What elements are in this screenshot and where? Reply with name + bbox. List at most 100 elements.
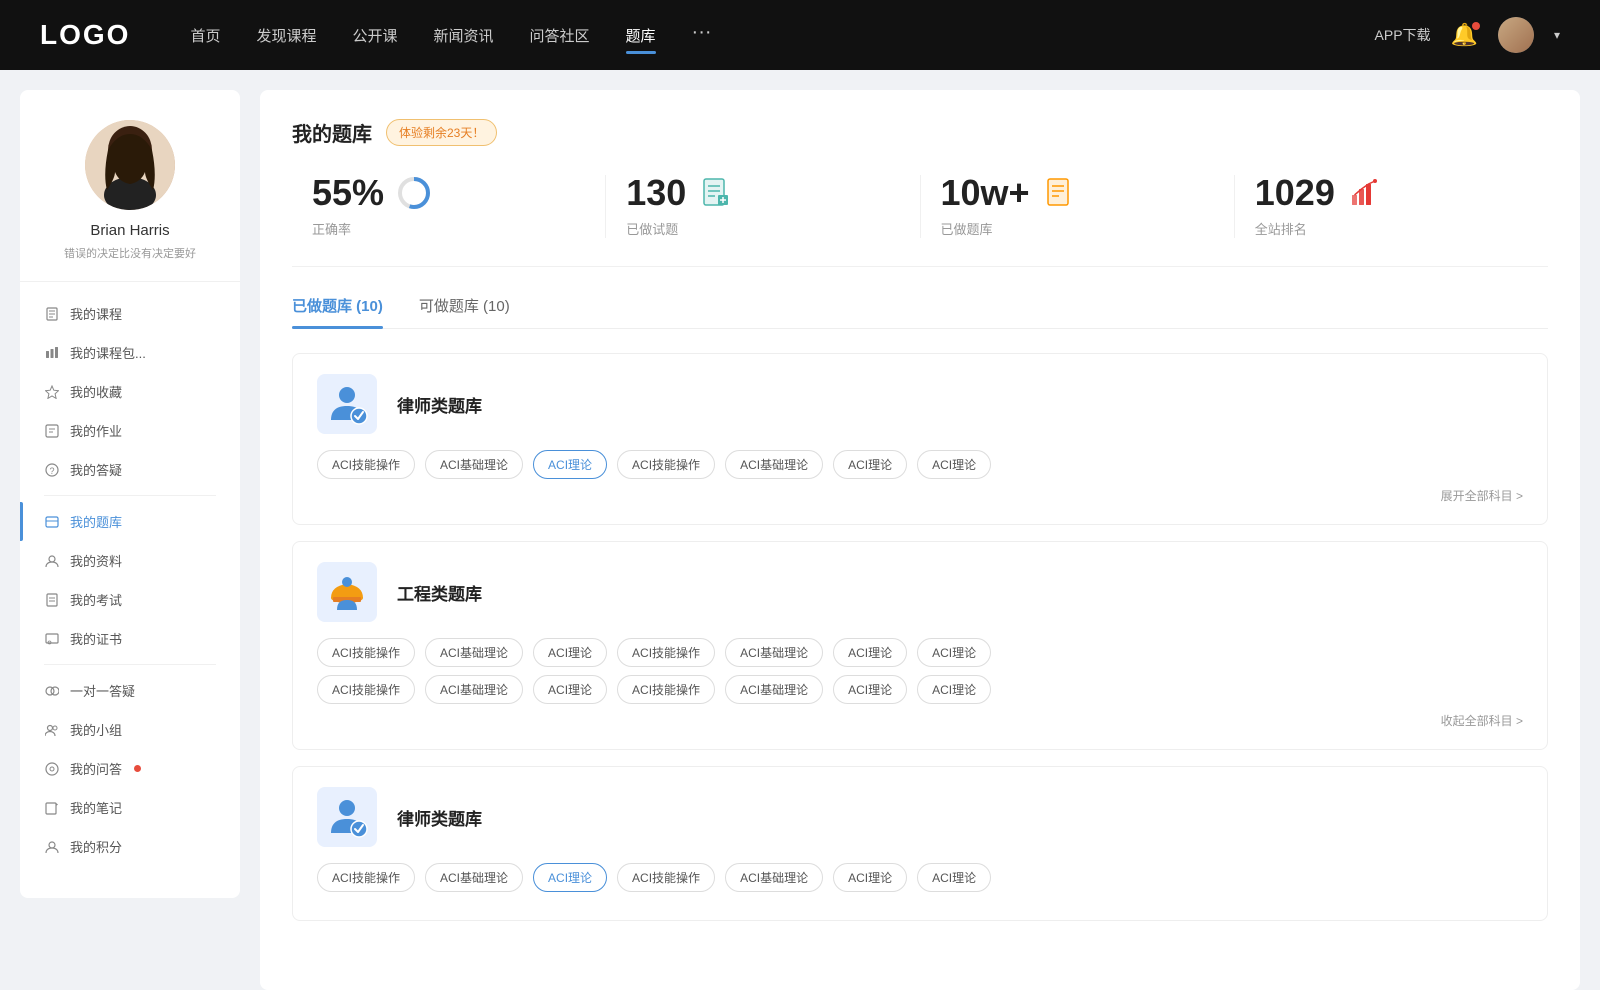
- exam-label: 我的考试: [70, 590, 122, 609]
- my-qa-icon: [44, 761, 60, 777]
- tag-item[interactable]: ACI理论: [917, 450, 991, 479]
- notification-dot: [1472, 22, 1480, 30]
- nav-more[interactable]: ···: [692, 21, 712, 50]
- favorites-icon: [44, 384, 60, 400]
- tag-item[interactable]: ACI技能操作: [617, 638, 715, 667]
- tag-item[interactable]: ACI基础理论: [425, 450, 523, 479]
- stat-done-banks: 10w+ 已做题库: [921, 175, 1235, 238]
- tag-item[interactable]: ACI理论: [917, 638, 991, 667]
- tags-row-engineering-1: ACI技能操作 ACI基础理论 ACI理论 ACI技能操作 ACI基础理论 AC…: [317, 638, 1523, 667]
- sidebar-item-profile[interactable]: 我的资料: [20, 541, 240, 580]
- tag-item[interactable]: ACI基础理论: [725, 638, 823, 667]
- stats-row: 55% 正确率 130: [292, 175, 1548, 267]
- sidebar-item-bank[interactable]: 我的题库: [20, 502, 240, 541]
- nav-qa[interactable]: 问答社区: [530, 21, 590, 50]
- nav-news[interactable]: 新闻资讯: [434, 21, 494, 50]
- tag-item-active[interactable]: ACI理论: [533, 863, 607, 892]
- tag-item[interactable]: ACI基础理论: [425, 675, 523, 704]
- sidebar-item-courses[interactable]: 我的课程: [20, 294, 240, 333]
- sidebar-item-notes[interactable]: 我的笔记: [20, 788, 240, 827]
- tag-item-active[interactable]: ACI理论: [533, 450, 607, 479]
- tag-item[interactable]: ACI技能操作: [317, 675, 415, 704]
- category-title-lawyer2: 律师类题库: [397, 805, 482, 830]
- category-title-lawyer1: 律师类题库: [397, 392, 482, 417]
- note-teal-icon: [700, 177, 732, 209]
- tab-done-banks[interactable]: 已做题库 (10): [292, 295, 383, 328]
- homework-label: 我的作业: [70, 421, 122, 440]
- menu-divider-2: [44, 664, 216, 665]
- tag-item[interactable]: ACI理论: [533, 675, 607, 704]
- tags-row-lawyer2: ACI技能操作 ACI基础理论 ACI理论 ACI技能操作 ACI基础理论 AC…: [317, 863, 1523, 892]
- sidebar-item-points[interactable]: 我的积分: [20, 827, 240, 866]
- tag-item[interactable]: ACI理论: [917, 675, 991, 704]
- logo[interactable]: LOGO: [40, 19, 130, 51]
- tag-item[interactable]: ACI理论: [917, 863, 991, 892]
- notification-bell[interactable]: 🔔: [1451, 22, 1478, 48]
- tag-item[interactable]: ACI基础理论: [425, 638, 523, 667]
- stat-accuracy-icon: [396, 175, 432, 211]
- avatar-chevron-icon[interactable]: ▾: [1554, 28, 1560, 42]
- tag-item[interactable]: ACI理论: [833, 863, 907, 892]
- sidebar-item-exam[interactable]: 我的考试: [20, 580, 240, 619]
- expand-link-lawyer1[interactable]: 展开全部科目 >: [317, 487, 1523, 504]
- answers-icon: ?: [44, 462, 60, 478]
- category-header-lawyer2: 律师类题库: [317, 787, 1523, 847]
- nav-discover[interactable]: 发现课程: [256, 21, 316, 50]
- nav-bank[interactable]: 题库: [626, 21, 656, 50]
- course-packs-label: 我的课程包...: [70, 343, 146, 362]
- collapse-link-engineering[interactable]: 收起全部科目 >: [317, 712, 1523, 729]
- sidebar-item-my-qa[interactable]: 我的问答: [20, 749, 240, 788]
- trial-badge: 体验剩余23天！: [386, 119, 497, 146]
- sidebar-item-cert[interactable]: 我的证书: [20, 619, 240, 658]
- tag-item[interactable]: ACI技能操作: [617, 675, 715, 704]
- answers-label: 我的答疑: [70, 460, 122, 479]
- tag-item[interactable]: ACI理论: [833, 638, 907, 667]
- tag-item[interactable]: ACI基础理论: [725, 450, 823, 479]
- stat-rank-value: 1029: [1255, 175, 1335, 211]
- notes-label: 我的笔记: [70, 798, 122, 817]
- main-layout: Brian Harris 错误的决定比没有决定要好 我的课程 我的课程包...: [0, 70, 1600, 990]
- notes-icon: [44, 800, 60, 816]
- nav-open-course[interactable]: 公开课: [352, 21, 397, 50]
- navbar: LOGO 首页 发现课程 公开课 新闻资讯 问答社区 题库 ··· APP下载 …: [0, 0, 1600, 70]
- sidebar-menu: 我的课程 我的课程包... 我的收藏 我的作业: [20, 282, 240, 878]
- tag-item[interactable]: ACI技能操作: [617, 863, 715, 892]
- my-qa-label: 我的问答: [70, 759, 122, 778]
- points-label: 我的积分: [70, 837, 122, 856]
- tag-item[interactable]: ACI技能操作: [317, 638, 415, 667]
- nav-right: APP下载 🔔 ▾: [1375, 17, 1560, 53]
- sidebar-item-course-packs[interactable]: 我的课程包...: [20, 333, 240, 372]
- stat-done-icon: [698, 175, 734, 211]
- lawyer2-icon: [317, 787, 377, 847]
- sidebar-item-favorites[interactable]: 我的收藏: [20, 372, 240, 411]
- tag-item[interactable]: ACI理论: [833, 450, 907, 479]
- sidebar-profile: Brian Harris 错误的决定比没有决定要好: [20, 90, 240, 282]
- svg-text:?: ?: [49, 466, 54, 476]
- stat-rank-icon: [1347, 175, 1383, 211]
- category-card-lawyer1: 律师类题库 ACI技能操作 ACI基础理论 ACI理论 ACI技能操作 ACI基…: [292, 353, 1548, 525]
- tag-item[interactable]: ACI技能操作: [617, 450, 715, 479]
- avatar[interactable]: [1498, 17, 1534, 53]
- nav-links: 首页 发现课程 公开课 新闻资讯 问答社区 题库 ···: [190, 21, 1374, 50]
- sidebar-item-homework[interactable]: 我的作业: [20, 411, 240, 450]
- sidebar-item-onetoone[interactable]: 一对一答疑: [20, 671, 240, 710]
- stat-accuracy-top: 55%: [312, 175, 432, 211]
- tag-item[interactable]: ACI技能操作: [317, 450, 415, 479]
- cert-label: 我的证书: [70, 629, 122, 648]
- sidebar-item-answers[interactable]: ? 我的答疑: [20, 450, 240, 489]
- tag-item[interactable]: ACI理论: [533, 638, 607, 667]
- nav-home[interactable]: 首页: [190, 21, 220, 50]
- tag-item[interactable]: ACI基础理论: [725, 863, 823, 892]
- tab-available-banks[interactable]: 可做题库 (10): [419, 295, 510, 328]
- tag-item[interactable]: ACI理论: [833, 675, 907, 704]
- note-orange-icon: [1044, 177, 1076, 209]
- tag-item[interactable]: ACI技能操作: [317, 863, 415, 892]
- stat-banks-value: 10w+: [941, 175, 1030, 211]
- tag-item[interactable]: ACI基础理论: [725, 675, 823, 704]
- tag-item[interactable]: ACI基础理论: [425, 863, 523, 892]
- favorites-label: 我的收藏: [70, 382, 122, 401]
- app-download-button[interactable]: APP下载: [1375, 25, 1431, 45]
- profile-avatar-svg: [85, 120, 175, 210]
- lawyer2-svg-icon: [325, 795, 369, 839]
- sidebar-item-group[interactable]: 我的小组: [20, 710, 240, 749]
